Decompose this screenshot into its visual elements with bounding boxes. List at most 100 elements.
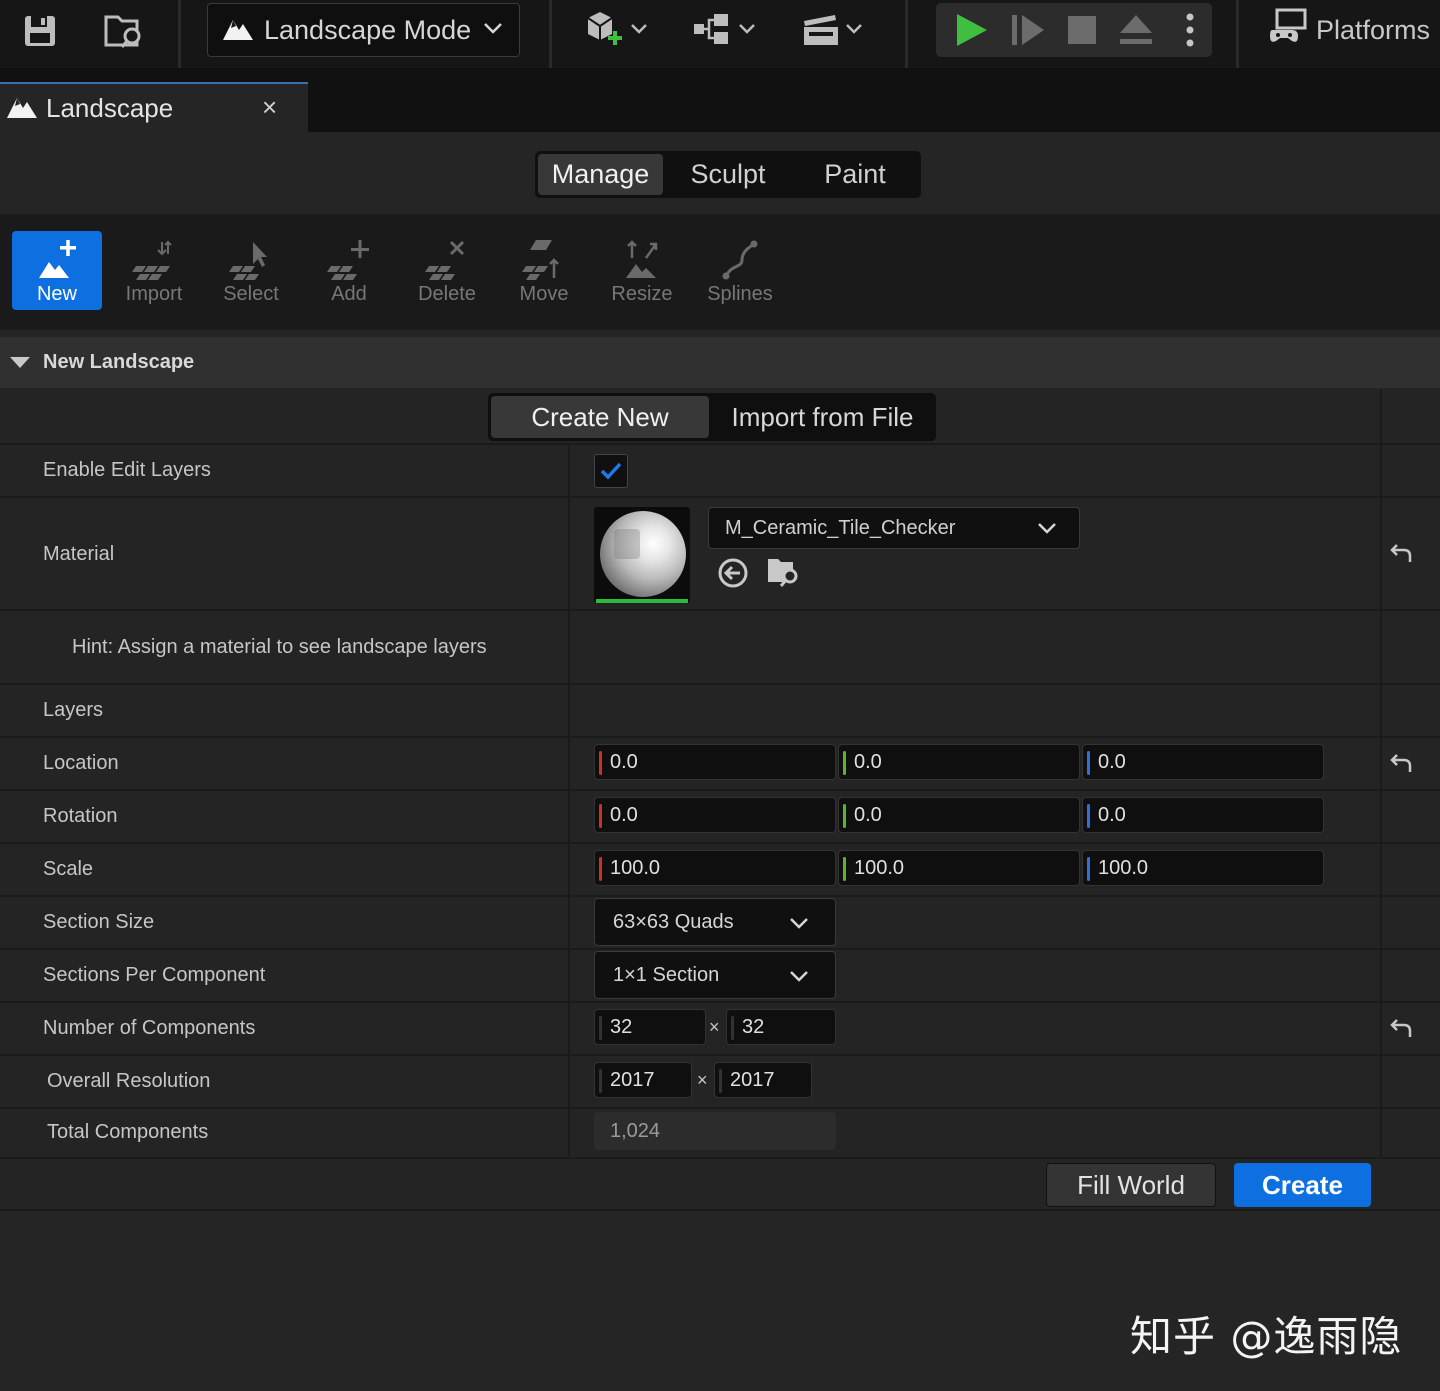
rotation-x-field[interactable]: 0.0 (594, 797, 836, 833)
save-icon[interactable] (20, 8, 60, 54)
tool-resize[interactable]: Resize (597, 231, 687, 310)
dropdown-value: 1×1 Section (613, 963, 720, 986)
z-axis-marker (1087, 751, 1090, 775)
tool-import-label: Import (125, 283, 183, 305)
tab-create-new[interactable]: Create New (491, 396, 709, 438)
cinematics-button[interactable] (796, 8, 868, 54)
property-row: Material M_Ceramic_Tile_Checker (0, 498, 1440, 611)
location-z-field[interactable]: 0.0 (1082, 744, 1324, 780)
z-axis-marker (1087, 804, 1090, 828)
reset-to-default-icon[interactable] (1388, 542, 1414, 571)
material-preview-sphere (600, 511, 686, 597)
platforms-icon (1268, 8, 1316, 53)
tab-label: Landscape (46, 92, 174, 123)
reset-to-default-icon[interactable] (1388, 1017, 1414, 1046)
tool-new[interactable]: New (12, 231, 102, 310)
tool-move[interactable]: Move (499, 231, 589, 310)
total-components-value: 1,024 (594, 1112, 836, 1150)
chevron-down-icon (845, 22, 863, 40)
scale-z-field[interactable]: 100.0 (1082, 850, 1324, 886)
resolution-y-field[interactable]: 2017 (714, 1062, 812, 1098)
enable-edit-layers-checkbox[interactable] (594, 454, 628, 488)
content-browser-icon[interactable] (102, 8, 148, 54)
reset-to-default-icon[interactable] (1388, 752, 1414, 781)
tool-delete[interactable]: Delete (402, 231, 492, 310)
platforms-label: Platforms (1316, 14, 1431, 45)
material-thumbnail[interactable] (594, 507, 690, 603)
tab-manage[interactable]: Manage (538, 154, 663, 195)
field-value: 2017 (610, 1068, 655, 1091)
eject-icon[interactable] (1116, 7, 1156, 53)
section-size-dropdown[interactable]: 63×63 Quads (594, 898, 836, 946)
field-value: 0.0 (854, 803, 882, 826)
main-toolbar: Landscape Mode Platforms (0, 0, 1440, 68)
fill-world-button[interactable]: Fill World (1046, 1163, 1216, 1207)
property-label: Material (43, 543, 115, 565)
components-x-field[interactable]: 32 (594, 1009, 706, 1045)
times-separator: × (709, 1017, 720, 1037)
field-value: 2017 (730, 1068, 775, 1091)
times-separator: × (697, 1070, 708, 1090)
y-axis-marker (843, 857, 846, 881)
create-button[interactable]: Create (1234, 1163, 1371, 1207)
resolution-x-field[interactable]: 2017 (594, 1062, 692, 1098)
material-picker[interactable]: M_Ceramic_Tile_Checker (708, 507, 1080, 549)
use-selected-asset-icon[interactable] (716, 556, 750, 595)
tab-sculpt[interactable]: Sculpt (667, 154, 789, 195)
manage-tools: New Import Select Add Delete Move Resize… (0, 214, 1440, 330)
toolbar-separator (905, 0, 908, 68)
field-marker (599, 1016, 602, 1040)
chevron-down-icon (483, 21, 503, 40)
property-row: Section Size 63×63 Quads (0, 897, 1440, 950)
tool-splines[interactable]: Splines (695, 231, 785, 310)
field-value: 32 (610, 1015, 633, 1038)
blueprint-button[interactable] (688, 8, 760, 54)
tab-landscape[interactable]: Landscape × (0, 82, 308, 132)
field-value: 0.0 (610, 803, 638, 826)
tool-import[interactable]: Import (109, 231, 199, 310)
close-icon[interactable]: × (262, 92, 277, 123)
property-row: Layers (0, 685, 1440, 738)
new-landscape-icon (35, 237, 79, 281)
add-actor-button[interactable] (580, 8, 652, 54)
tool-select[interactable]: Select (206, 231, 296, 310)
mode-tabs: Manage Sculpt Paint (535, 151, 921, 198)
tab-paint[interactable]: Paint (793, 154, 917, 195)
chevron-down-icon (1037, 518, 1057, 541)
location-x-field[interactable]: 0.0 (594, 744, 836, 780)
rotation-y-field[interactable]: 0.0 (838, 797, 1080, 833)
rotation-z-field[interactable]: 0.0 (1082, 797, 1324, 833)
field-marker (599, 1069, 602, 1093)
platforms-button[interactable]: Platforms (1268, 8, 1430, 52)
play-icon[interactable] (950, 7, 992, 53)
location-y-field[interactable]: 0.0 (838, 744, 1080, 780)
dropdown-value: 63×63 Quads (613, 910, 734, 933)
browse-asset-icon[interactable] (766, 555, 802, 594)
sections-per-component-dropdown[interactable]: 1×1 Section (594, 951, 836, 999)
tool-add[interactable]: Add (304, 231, 394, 310)
collapse-arrow-icon[interactable] (10, 357, 30, 368)
property-row: Enable Edit Layers (0, 445, 1440, 498)
property-row: Scale 100.0 100.0 100.0 (0, 844, 1440, 897)
advance-frame-icon[interactable] (1008, 7, 1048, 53)
components-y-field[interactable]: 32 (726, 1009, 836, 1045)
property-label: Rotation (43, 805, 118, 827)
property-label: Location (43, 752, 119, 774)
field-marker (731, 1016, 734, 1040)
stop-icon[interactable] (1064, 7, 1100, 53)
tool-delete-label: Delete (418, 283, 476, 305)
import-icon (132, 237, 176, 281)
tab-bar: Landscape × (0, 68, 1440, 132)
mode-selector[interactable]: Landscape Mode (207, 3, 520, 57)
tool-splines-label: Splines (707, 283, 773, 305)
scale-y-field[interactable]: 100.0 (838, 850, 1080, 886)
landscape-mode-icon (6, 92, 38, 125)
actions-row (0, 1159, 1440, 1211)
tool-move-label: Move (519, 283, 569, 305)
property-label: Number of Components (43, 1017, 256, 1039)
category-new-landscape[interactable]: New Landscape (0, 337, 1440, 388)
material-value: M_Ceramic_Tile_Checker (725, 516, 956, 539)
more-options-icon[interactable] (1172, 7, 1208, 53)
tab-import-from-file[interactable]: Import from File (712, 396, 933, 438)
scale-x-field[interactable]: 100.0 (594, 850, 836, 886)
